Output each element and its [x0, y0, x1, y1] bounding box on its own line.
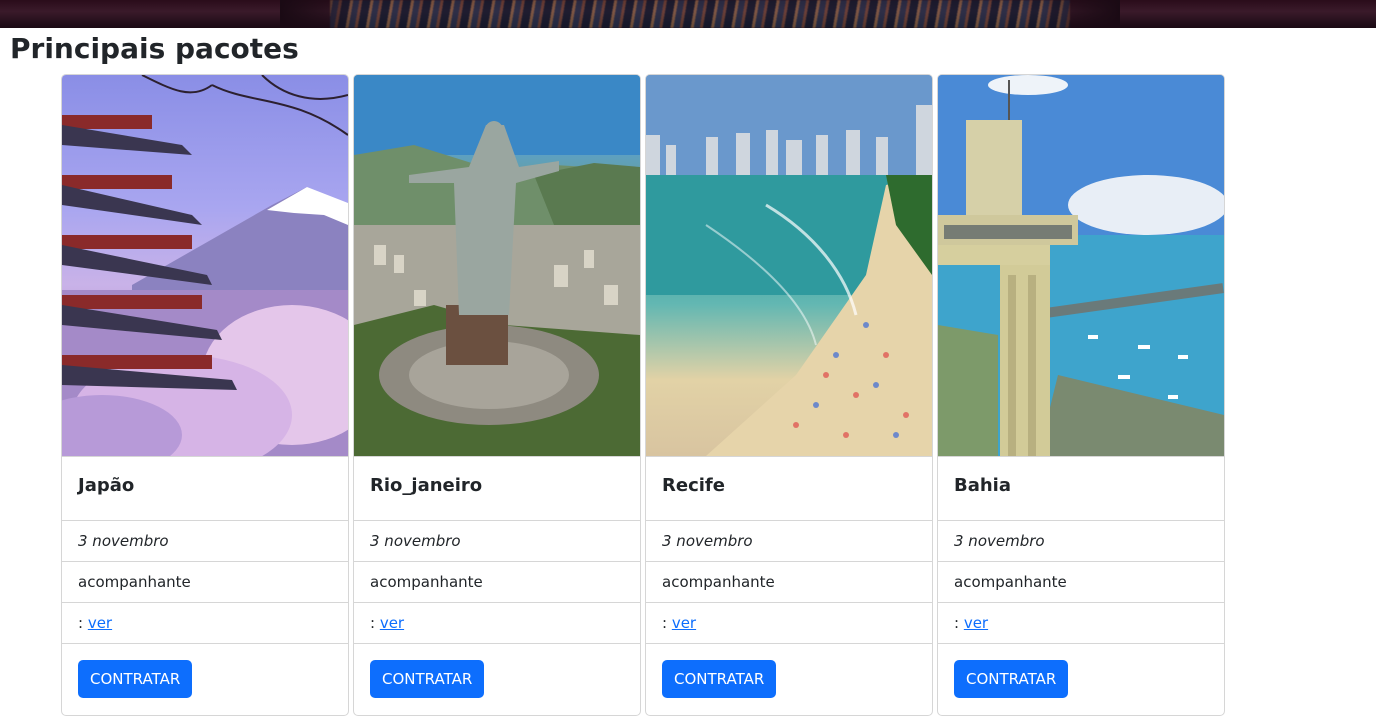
package-card-japao: Japão 3 novembro acompanhante : ver CONT…	[61, 74, 349, 716]
contratar-button[interactable]: CONTRATAR	[78, 660, 193, 698]
japan-photo-illustration	[62, 75, 348, 456]
card-date: 3 novembro	[354, 521, 640, 562]
card-date: 3 novembro	[938, 521, 1224, 562]
card-link-row: : ver	[646, 603, 932, 644]
card-image-recife	[646, 75, 932, 457]
card-companion: acompanhante	[62, 562, 348, 603]
card-link-row: : ver	[354, 603, 640, 644]
card-companion: acompanhante	[354, 562, 640, 603]
link-prefix: :	[954, 614, 964, 632]
card-date: 3 novembro	[62, 521, 348, 562]
contratar-button[interactable]: CONTRATAR	[370, 660, 485, 698]
banner-shade-right	[1040, 0, 1120, 28]
card-image-japan	[62, 75, 348, 457]
link-prefix: :	[78, 614, 88, 632]
card-actions: CONTRATAR	[62, 644, 348, 698]
header-banner-image	[0, 0, 1376, 28]
card-companion: acompanhante	[938, 562, 1224, 603]
card-image-bahia	[938, 75, 1224, 457]
bahia-photo-illustration	[938, 75, 1224, 456]
ver-link[interactable]: ver	[672, 614, 696, 632]
banner-water-texture	[330, 0, 1070, 28]
rio-photo-illustration	[354, 75, 640, 456]
card-link-row: : ver	[62, 603, 348, 644]
link-prefix: :	[662, 614, 672, 632]
package-card-rio-janeiro: Rio_janeiro 3 novembro acompanhante : ve…	[353, 74, 641, 716]
card-image-rio	[354, 75, 640, 457]
card-actions: CONTRATAR	[938, 644, 1224, 698]
card-link-row: : ver	[938, 603, 1224, 644]
banner-shade-left	[280, 0, 360, 28]
ver-link[interactable]: ver	[964, 614, 988, 632]
contratar-button[interactable]: CONTRATAR	[662, 660, 777, 698]
link-prefix: :	[370, 614, 380, 632]
contratar-button[interactable]: CONTRATAR	[954, 660, 1069, 698]
package-card-recife: Recife 3 novembro acompanhante : ver CON…	[645, 74, 933, 716]
package-card-bahia: Bahia 3 novembro acompanhante : ver CONT…	[937, 74, 1225, 716]
ver-link[interactable]: ver	[380, 614, 404, 632]
card-title: Recife	[646, 457, 932, 521]
card-actions: CONTRATAR	[354, 644, 640, 698]
ver-link[interactable]: ver	[88, 614, 112, 632]
recife-photo-illustration	[646, 75, 932, 456]
page-title: Principais pacotes	[10, 32, 299, 65]
card-title: Bahia	[938, 457, 1224, 521]
card-title: Japão	[62, 457, 348, 521]
card-date: 3 novembro	[646, 521, 932, 562]
card-actions: CONTRATAR	[646, 644, 932, 698]
card-companion: acompanhante	[646, 562, 932, 603]
card-title: Rio_janeiro	[354, 457, 640, 521]
